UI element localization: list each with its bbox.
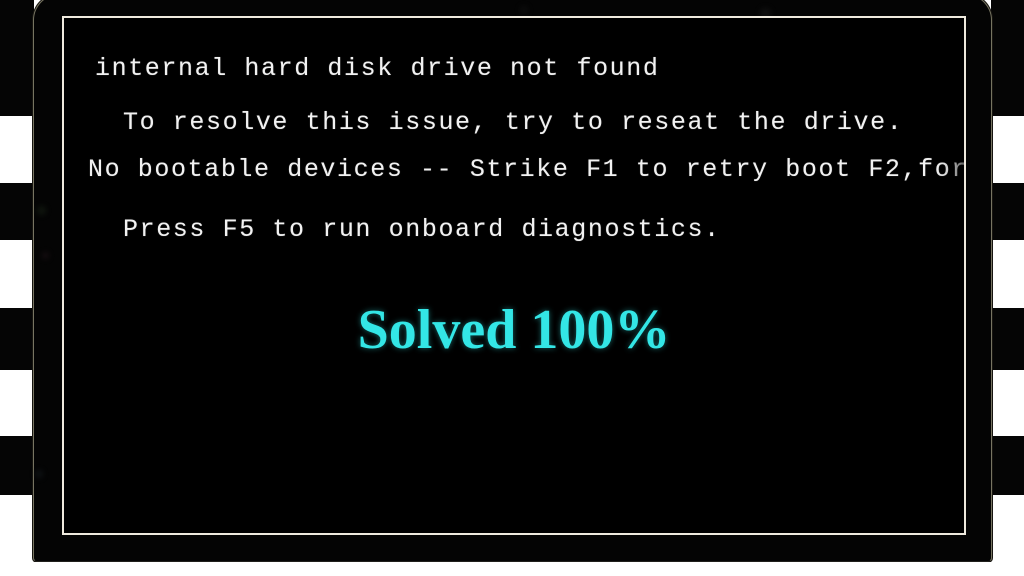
filmstrip-block [991, 436, 1024, 495]
filmstrip-block [991, 0, 1024, 116]
bezel-noise-speck [35, 470, 43, 478]
solved-banner-overlay: Solved 100% [357, 299, 671, 361]
bios-message-no-bootable-devices: No bootable devices -- Strike F1 to retr… [88, 155, 966, 184]
filmstrip-block [991, 308, 1024, 370]
filmstrip-block [0, 0, 34, 116]
bezel-noise-speck [37, 206, 46, 215]
filmstrip-block [0, 183, 34, 240]
filmstrip-right [991, 0, 1024, 576]
filmstrip-block [0, 308, 34, 370]
filmstrip-block [991, 183, 1024, 240]
screenshot-canvas: internal hard disk drive not found To re… [0, 0, 1024, 576]
bios-message-diagnostics: Press F5 to run onboard diagnostics. [123, 215, 721, 244]
bios-message-title: internal hard disk drive not found [95, 54, 660, 83]
bottom-apron [0, 562, 1024, 576]
filmstrip-left [0, 0, 34, 576]
bezel-noise-speck [520, 6, 528, 14]
bios-error-screen: internal hard disk drive not found To re… [62, 16, 966, 535]
filmstrip-block [0, 436, 34, 495]
bezel-noise-speck [42, 252, 49, 259]
bios-message-resolve: To resolve this issue, try to reseat the… [123, 108, 904, 137]
